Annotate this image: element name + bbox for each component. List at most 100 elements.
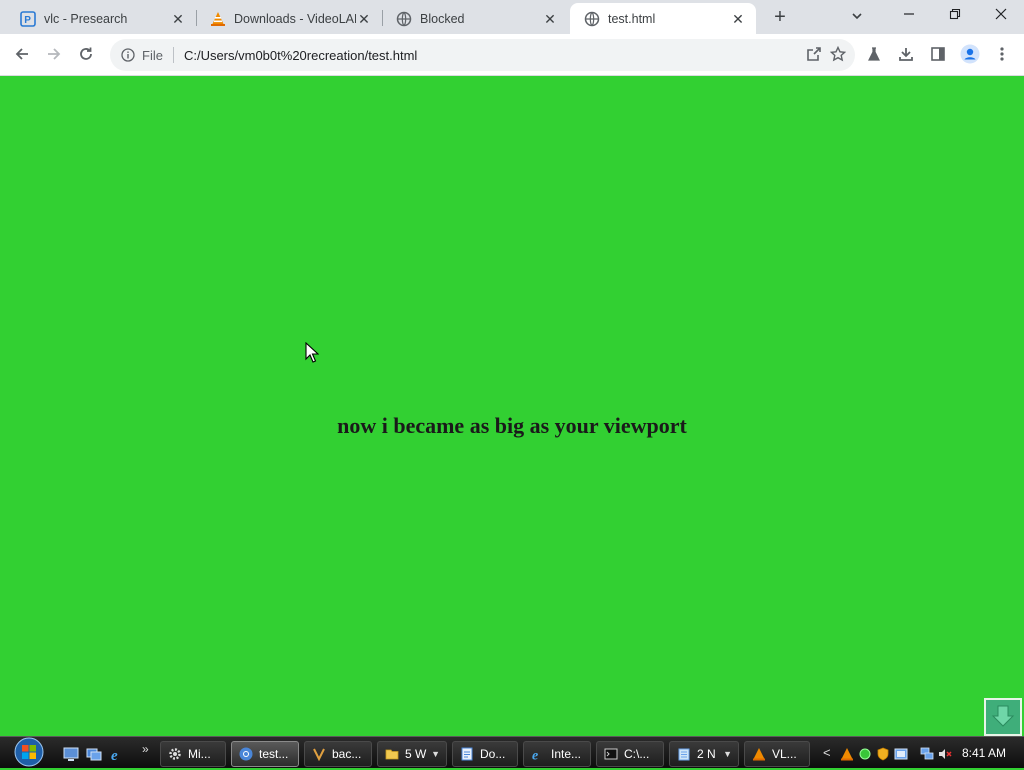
- tab-close-icon[interactable]: ✕: [542, 11, 558, 27]
- globe-icon: [584, 11, 600, 27]
- network-icon[interactable]: [920, 747, 934, 761]
- document-icon: [459, 746, 475, 762]
- task-button[interactable]: C:\...: [596, 741, 664, 767]
- restore-button[interactable]: [932, 0, 978, 30]
- windows-taskbar: e » Mi... test... bac... 5 W ▼ Do... e I…: [0, 736, 1024, 768]
- app-icon: [311, 746, 327, 762]
- side-panel-button[interactable]: [924, 41, 952, 69]
- minimize-button[interactable]: [886, 0, 932, 30]
- chevron-down-icon: [851, 10, 863, 25]
- menu-button[interactable]: [988, 41, 1016, 69]
- info-icon[interactable]: [120, 47, 136, 63]
- switch-windows-icon[interactable]: [86, 746, 102, 762]
- globe-icon: [396, 11, 412, 27]
- tab-close-icon[interactable]: ✕: [170, 11, 186, 27]
- svg-text:e: e: [111, 748, 118, 762]
- download-arrow-widget[interactable]: [984, 698, 1022, 736]
- tab-close-icon[interactable]: ✕: [356, 11, 372, 27]
- task-label: VL...: [772, 747, 797, 761]
- tab-blocked[interactable]: Blocked ✕: [382, 3, 568, 34]
- url-text[interactable]: C:/Users/vm0b0t%20recreation/test.html: [184, 48, 417, 63]
- task-button[interactable]: test...: [231, 741, 299, 767]
- tab-test-html[interactable]: test.html ✕: [570, 3, 756, 34]
- vlc-cone-icon: [210, 11, 226, 27]
- task-button[interactable]: 5 W ▼: [377, 741, 447, 767]
- task-label: Mi...: [188, 747, 211, 761]
- download-icon: [898, 46, 914, 65]
- page-viewport: now i became as big as your viewport: [0, 77, 1024, 736]
- task-label: 5 W: [405, 747, 427, 761]
- tab-search-button[interactable]: [846, 6, 868, 28]
- minimize-icon: [903, 8, 915, 23]
- task-button[interactable]: bac...: [304, 741, 372, 767]
- status-dot-icon[interactable]: [858, 747, 872, 761]
- task-button[interactable]: e Inte...: [523, 741, 591, 767]
- windows-logo-icon: [14, 737, 44, 770]
- tab-title: Blocked: [420, 11, 465, 26]
- arrow-right-icon: [46, 46, 62, 65]
- task-label: C:\...: [624, 747, 650, 761]
- tab-strip: P vlc - Presearch ✕ Downloads - VideoLAN…: [0, 0, 1024, 34]
- quicklaunch-more-button[interactable]: »: [142, 742, 149, 756]
- flask-icon: [866, 46, 882, 65]
- svg-text:e: e: [532, 749, 538, 762]
- task-label: Inte...: [551, 747, 582, 761]
- network-app-icon[interactable]: [894, 747, 908, 761]
- task-label: test...: [259, 747, 289, 761]
- address-bar[interactable]: File C:/Users/vm0b0t%20recreation/test.h…: [110, 39, 855, 71]
- tab-title: vlc - Presearch: [44, 11, 128, 26]
- task-label: 2 N: [697, 747, 716, 761]
- star-icon: [829, 45, 847, 65]
- dropdown-caret-icon: ▼: [431, 749, 440, 759]
- task-button[interactable]: Do...: [452, 741, 518, 767]
- forward-button[interactable]: [40, 41, 68, 69]
- dropdown-caret-icon: ▼: [723, 749, 732, 759]
- avatar-icon: [960, 44, 980, 67]
- scheme-label: File: [142, 47, 163, 63]
- shield-icon[interactable]: [876, 747, 890, 761]
- system-clock[interactable]: 8:41 AM: [962, 746, 1006, 760]
- task-label: Do...: [480, 747, 506, 761]
- tab-downloads-videolan[interactable]: Downloads - VideoLAN ✕: [196, 3, 382, 34]
- command-prompt-icon: [603, 746, 619, 762]
- browser-toolbar: File C:/Users/vm0b0t%20recreation/test.h…: [0, 34, 1024, 76]
- vlc-cone-icon: [751, 746, 767, 762]
- downloads-button[interactable]: [892, 41, 920, 69]
- notepad-icon: [676, 746, 692, 762]
- volume-muted-icon[interactable]: [938, 747, 952, 761]
- profile-button[interactable]: [956, 41, 984, 69]
- start-button[interactable]: [10, 737, 48, 769]
- arrow-down-icon: [989, 702, 1017, 733]
- vlc-cone-icon[interactable]: [840, 747, 854, 761]
- reload-button[interactable]: [72, 41, 100, 69]
- page-heading: now i became as big as your viewport: [337, 413, 687, 438]
- omnibox-separator: [172, 47, 174, 63]
- labs-button[interactable]: [860, 41, 888, 69]
- tab-vlc-presearch[interactable]: P vlc - Presearch ✕: [6, 3, 196, 34]
- chrome-icon: [238, 746, 254, 762]
- arrow-left-icon: [14, 46, 30, 65]
- mouse-pointer-icon: [305, 341, 320, 364]
- folder-icon: [384, 746, 400, 762]
- share-icon: [806, 46, 822, 65]
- task-button[interactable]: VL...: [744, 741, 810, 767]
- internet-explorer-icon[interactable]: e: [109, 746, 125, 764]
- presearch-icon: P: [20, 10, 36, 27]
- task-button[interactable]: 2 N ▼: [669, 741, 739, 767]
- close-window-button[interactable]: [978, 0, 1024, 30]
- task-button[interactable]: Mi...: [160, 741, 226, 767]
- tray-expand-button[interactable]: <: [823, 745, 831, 760]
- kebab-menu-icon: [1000, 46, 1004, 65]
- svg-text:P: P: [24, 15, 31, 26]
- close-icon: [995, 8, 1007, 23]
- new-tab-button[interactable]: +: [768, 6, 792, 28]
- show-desktop-icon[interactable]: [63, 746, 79, 762]
- task-label: bac...: [332, 747, 362, 761]
- internet-explorer-icon: e: [530, 746, 546, 762]
- tab-close-icon[interactable]: ✕: [730, 11, 746, 27]
- restore-icon: [949, 8, 961, 23]
- back-button[interactable]: [8, 41, 36, 69]
- bookmark-button[interactable]: [824, 41, 852, 69]
- side-panel-icon: [930, 46, 946, 65]
- tab-title: test.html: [608, 11, 656, 26]
